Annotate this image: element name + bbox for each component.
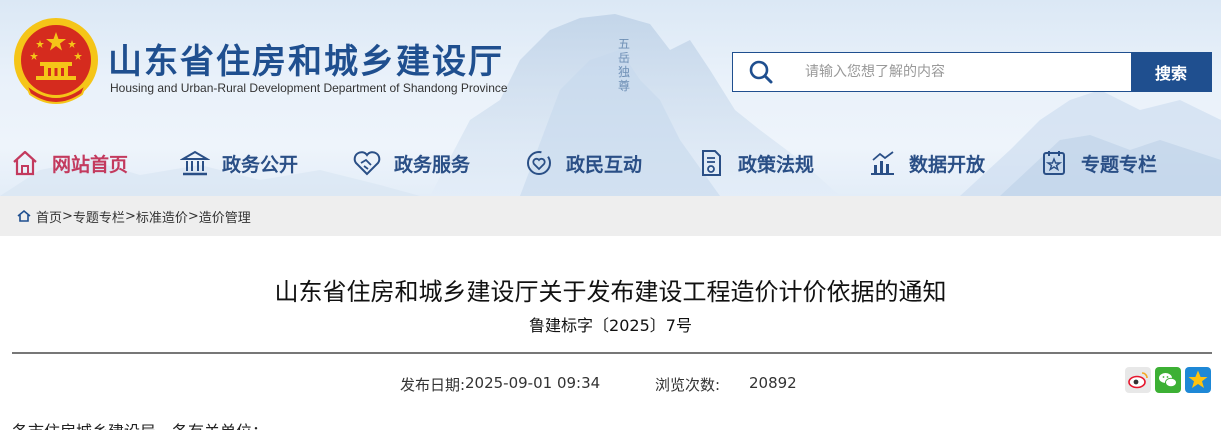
- breadcrumb-link-standard-cost[interactable]: 标准造价: [136, 207, 188, 226]
- publish-date: 2025-09-01 09:34: [465, 374, 601, 392]
- search-bar: 搜索: [732, 52, 1212, 92]
- policy-document-icon: [696, 148, 726, 178]
- site-subtitle: Housing and Urban-Rural Development Depa…: [110, 81, 508, 95]
- title-divider: [12, 352, 1212, 354]
- weibo-icon[interactable]: [1125, 367, 1151, 393]
- article-body-first-line: 各市住房城乡建设局，各有关单位：: [12, 418, 268, 430]
- nav-label: 网站首页: [52, 153, 129, 176]
- svg-text:岳: 岳: [618, 51, 630, 65]
- article-title: 山东省住房和城乡建设厅关于发布建设工程造价计价依据的通知: [274, 278, 947, 306]
- svg-text:独: 独: [618, 65, 630, 79]
- nav-label: 数据开放: [909, 153, 986, 176]
- nav-label: 政务公开: [222, 153, 299, 176]
- search-button[interactable]: 搜索: [1131, 53, 1211, 91]
- nav-label: 专题专栏: [1081, 153, 1158, 176]
- chart-icon: [867, 148, 897, 178]
- nav-item-data[interactable]: 数据开放: [867, 138, 985, 188]
- government-building-icon: [180, 148, 210, 178]
- qzone-icon[interactable]: [1185, 367, 1211, 393]
- breadcrumb-link-cost-management[interactable]: 造价管理: [199, 207, 251, 226]
- site-header: 五 岳 独 尊 山东省住房和城乡建设厅 Housing and Urban-Ru…: [0, 0, 1221, 196]
- national-emblem-icon: [14, 18, 98, 104]
- site-title: 山东省住房和城乡建设厅: [108, 42, 504, 82]
- nav-item-topics[interactable]: 专题专栏: [1039, 138, 1157, 188]
- nav-item-interaction[interactable]: 政民互动: [524, 138, 642, 188]
- nav-item-gov-affairs[interactable]: 政务公开: [180, 138, 298, 188]
- wechat-icon[interactable]: [1155, 367, 1181, 393]
- svg-text:尊: 尊: [618, 78, 630, 93]
- document-number: 鲁建标字〔2025〕7号: [529, 316, 692, 335]
- home-icon: [10, 148, 40, 178]
- nav-item-policy[interactable]: 政策法规: [696, 138, 814, 188]
- breadcrumb-link-home[interactable]: 首页: [36, 207, 62, 226]
- topic-icon: [1039, 148, 1069, 178]
- breadcrumb-separator: >: [124, 208, 136, 224]
- publish-date-label: 发布日期:: [400, 376, 466, 394]
- handshake-icon: [352, 148, 382, 178]
- home-icon: [16, 208, 32, 224]
- main-nav: 网站首页 政务公开 政务服务 政民互动 政策法规 数据开放 专题专栏: [0, 138, 1221, 188]
- svg-text:五: 五: [618, 37, 630, 51]
- breadcrumb: 首页 > 专题专栏 > 标准造价 > 造价管理: [0, 196, 1221, 236]
- views-label: 浏览次数:: [655, 376, 721, 394]
- nav-label: 政民互动: [566, 153, 643, 176]
- nav-label: 政策法规: [738, 153, 815, 176]
- search-icon: [733, 53, 789, 91]
- nav-label: 政务服务: [394, 153, 471, 176]
- search-input[interactable]: [789, 53, 1131, 91]
- nav-item-home[interactable]: 网站首页: [10, 138, 128, 188]
- nav-item-gov-services[interactable]: 政务服务: [352, 138, 470, 188]
- views-count: 20892: [749, 374, 797, 392]
- breadcrumb-link-topics[interactable]: 专题专栏: [73, 207, 125, 226]
- interaction-icon: [524, 148, 554, 178]
- breadcrumb-separator: >: [62, 208, 73, 224]
- breadcrumb-separator: >: [187, 208, 199, 224]
